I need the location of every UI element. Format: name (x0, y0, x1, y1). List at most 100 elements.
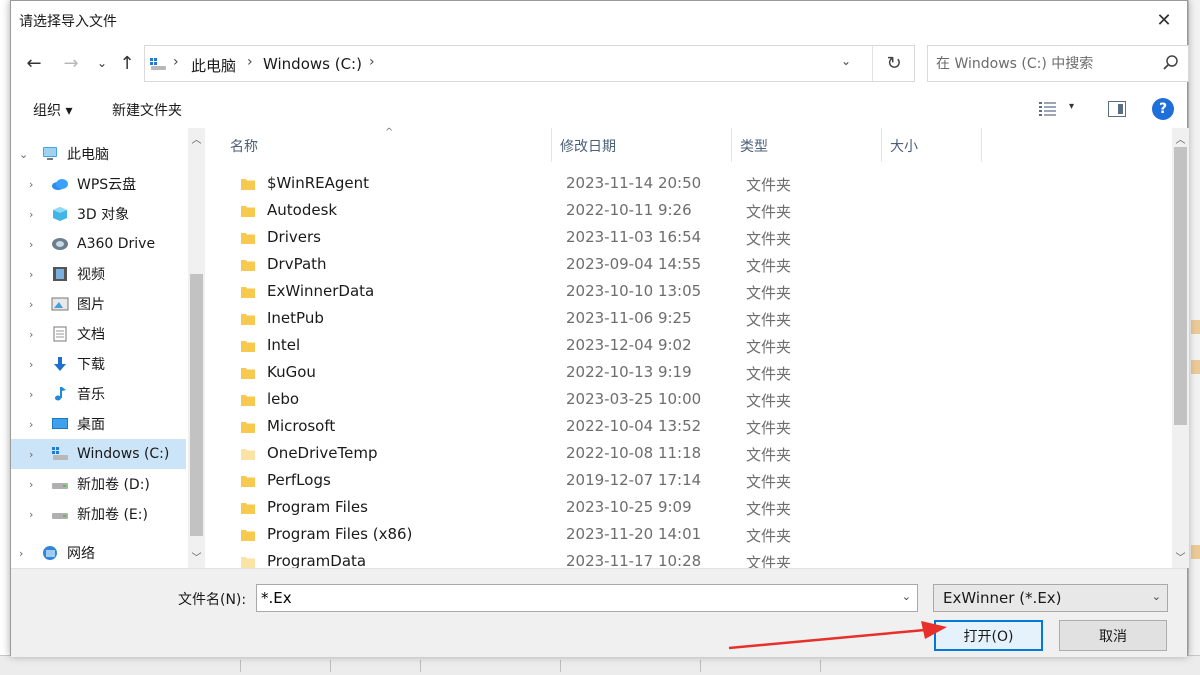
new-folder-button[interactable]: 新建文件夹 (112, 100, 182, 120)
sidebar-item-this-pc[interactable]: ⌄ 此电脑 (11, 139, 186, 169)
sidebar-item-downloads[interactable]: › 下载 (11, 349, 186, 379)
view-options-dropdown[interactable]: ▾ (1069, 101, 1074, 112)
recent-locations-button[interactable]: ⌄ (89, 49, 115, 77)
close-icon: ✕ (1156, 9, 1172, 31)
sidebar-item-volume-e[interactable]: › 新加卷 (E:) (11, 499, 186, 529)
filename-combobox[interactable]: ⌄ (256, 584, 918, 612)
chevron-down-icon: ⌄ (1151, 590, 1161, 603)
file-row[interactable]: OneDriveTemp 2022-10-08 11:18 文件夹 (232, 440, 1152, 467)
up-button[interactable]: ↑ (114, 49, 140, 77)
file-row[interactable]: Intel 2023-12-04 9:02 文件夹 (232, 332, 1152, 359)
file-row[interactable]: $WinREAgent 2023-11-14 20:50 文件夹 (232, 170, 1152, 197)
expand-chevron[interactable]: › (29, 448, 41, 461)
scroll-up-button[interactable]: ︿ (188, 130, 205, 147)
navigation-scrollbar[interactable]: ︿ ﹀ (188, 128, 205, 568)
breadcrumb-separator[interactable]: › (369, 54, 375, 70)
file-row[interactable]: InetPub 2023-11-06 9:25 文件夹 (232, 305, 1152, 332)
column-header-date[interactable]: 修改日期 (552, 128, 732, 162)
address-bar[interactable]: › 此电脑 › Windows (C:) › ⌄ ↻ (144, 45, 915, 82)
file-name: PerfLogs (267, 471, 331, 489)
folder-icon (241, 476, 255, 487)
column-header-name[interactable]: 名称 (222, 128, 552, 162)
collapse-chevron[interactable]: ⌄ (19, 148, 31, 161)
file-row[interactable]: ExWinnerData 2023-10-10 13:05 文件夹 (232, 278, 1152, 305)
expand-chevron[interactable]: › (29, 388, 41, 401)
preview-pane-icon[interactable] (1108, 101, 1126, 117)
organize-menu[interactable]: 组织 ▾ (33, 100, 72, 120)
sidebar-item-wps-cloud[interactable]: › WPS云盘 (11, 169, 186, 199)
breadcrumb-windows-c[interactable]: Windows (C:) (263, 55, 362, 73)
a360-icon (52, 238, 68, 250)
help-icon[interactable]: ? (1152, 98, 1174, 120)
scroll-down-button[interactable]: ﹀ (1172, 548, 1189, 565)
scrollbar-thumb[interactable] (1174, 147, 1187, 425)
column-header-size[interactable]: 大小 (882, 128, 982, 162)
refresh-button[interactable]: ↻ (872, 46, 915, 81)
column-header-type[interactable]: 类型 (732, 128, 882, 162)
breadcrumb-this-pc[interactable]: 此电脑 (191, 55, 236, 76)
forward-button[interactable]: → (58, 49, 84, 77)
arrow-up-icon: ↑ (119, 52, 135, 74)
sidebar-item-documents[interactable]: › 文档 (11, 319, 186, 349)
expand-chevron[interactable]: › (19, 547, 31, 560)
file-row[interactable]: Program Files 2023-10-25 9:09 文件夹 (232, 494, 1152, 521)
file-row[interactable]: KuGou 2022-10-13 9:19 文件夹 (232, 359, 1152, 386)
file-name: Microsoft (267, 417, 336, 435)
scroll-up-button[interactable]: ︿ (1172, 130, 1189, 147)
expand-chevron[interactable]: › (29, 478, 41, 491)
sidebar-item-3d-objects[interactable]: › 3D 对象 (11, 199, 186, 229)
chevron-down-icon[interactable]: ⌄ (902, 590, 911, 603)
filename-input[interactable] (261, 589, 881, 607)
search-box[interactable] (927, 45, 1189, 82)
file-row[interactable]: Microsoft 2022-10-04 13:52 文件夹 (232, 413, 1152, 440)
expand-chevron[interactable]: › (29, 418, 41, 431)
expand-chevron[interactable]: › (29, 358, 41, 371)
view-details-icon[interactable] (1039, 101, 1057, 117)
back-button[interactable]: ← (21, 49, 47, 77)
file-date: 2023-11-14 20:50 (566, 174, 702, 192)
file-type: 文件夹 (746, 446, 792, 464)
sidebar-item-a360-drive[interactable]: › A360 Drive (11, 229, 186, 259)
file-row[interactable]: DrvPath 2023-09-04 14:55 文件夹 (232, 251, 1152, 278)
file-date: 2023-03-25 10:00 (566, 390, 702, 408)
sidebar-item-desktop[interactable]: › 桌面 (11, 409, 186, 439)
file-type-value: ExWinner (*.Ex) (943, 589, 1062, 607)
expand-chevron[interactable]: › (29, 178, 41, 191)
cancel-button[interactable]: 取消 (1059, 620, 1167, 651)
file-row[interactable]: PerfLogs 2019-12-07 17:14 文件夹 (232, 467, 1152, 494)
file-type: 文件夹 (746, 473, 792, 491)
search-input[interactable] (936, 54, 1156, 74)
expand-chevron[interactable]: › (29, 508, 41, 521)
expand-chevron[interactable]: › (29, 298, 41, 311)
file-row[interactable]: Drivers 2023-11-03 16:54 文件夹 (232, 224, 1152, 251)
file-row[interactable]: Autodesk 2022-10-11 9:26 文件夹 (232, 197, 1152, 224)
sidebar-item-pictures[interactable]: › 图片 (11, 289, 186, 319)
file-name: $WinREAgent (267, 174, 370, 192)
sidebar-item-network[interactable]: › 网络 (11, 538, 186, 568)
arrow-left-icon: ← (26, 52, 42, 74)
file-row[interactable]: Program Files (x86) 2023-11-20 14:01 文件夹 (232, 521, 1152, 548)
folder-icon (241, 530, 255, 541)
sidebar-item-windows-c[interactable]: › Windows (C:) (11, 439, 186, 469)
expand-chevron[interactable]: › (29, 238, 41, 251)
open-button[interactable]: 打开(O) (934, 620, 1043, 651)
scrollbar-thumb[interactable] (190, 274, 203, 536)
cloud-icon (52, 179, 68, 190)
expand-chevron[interactable]: › (29, 328, 41, 341)
file-list-scrollbar[interactable]: ︿ ﹀ (1172, 128, 1189, 568)
expand-chevron[interactable]: › (29, 208, 41, 221)
close-button[interactable]: ✕ (1141, 1, 1187, 39)
sidebar-item-volume-d[interactable]: › 新加卷 (D:) (11, 469, 186, 499)
file-row[interactable]: lebo 2023-03-25 10:00 文件夹 (232, 386, 1152, 413)
picture-icon (51, 297, 69, 311)
file-date: 2019-12-07 17:14 (566, 471, 702, 489)
expand-chevron[interactable]: › (29, 268, 41, 281)
sidebar-item-music[interactable]: › 音乐 (11, 379, 186, 409)
folder-icon (241, 557, 255, 568)
scroll-down-button[interactable]: ﹀ (188, 548, 205, 565)
file-type-select[interactable]: ExWinner (*.Ex) ⌄ (933, 584, 1168, 612)
address-history-dropdown[interactable]: ⌄ (841, 54, 851, 68)
file-name: Drivers (267, 228, 321, 246)
download-icon (54, 357, 66, 371)
sidebar-item-videos[interactable]: › 视频 (11, 259, 186, 289)
